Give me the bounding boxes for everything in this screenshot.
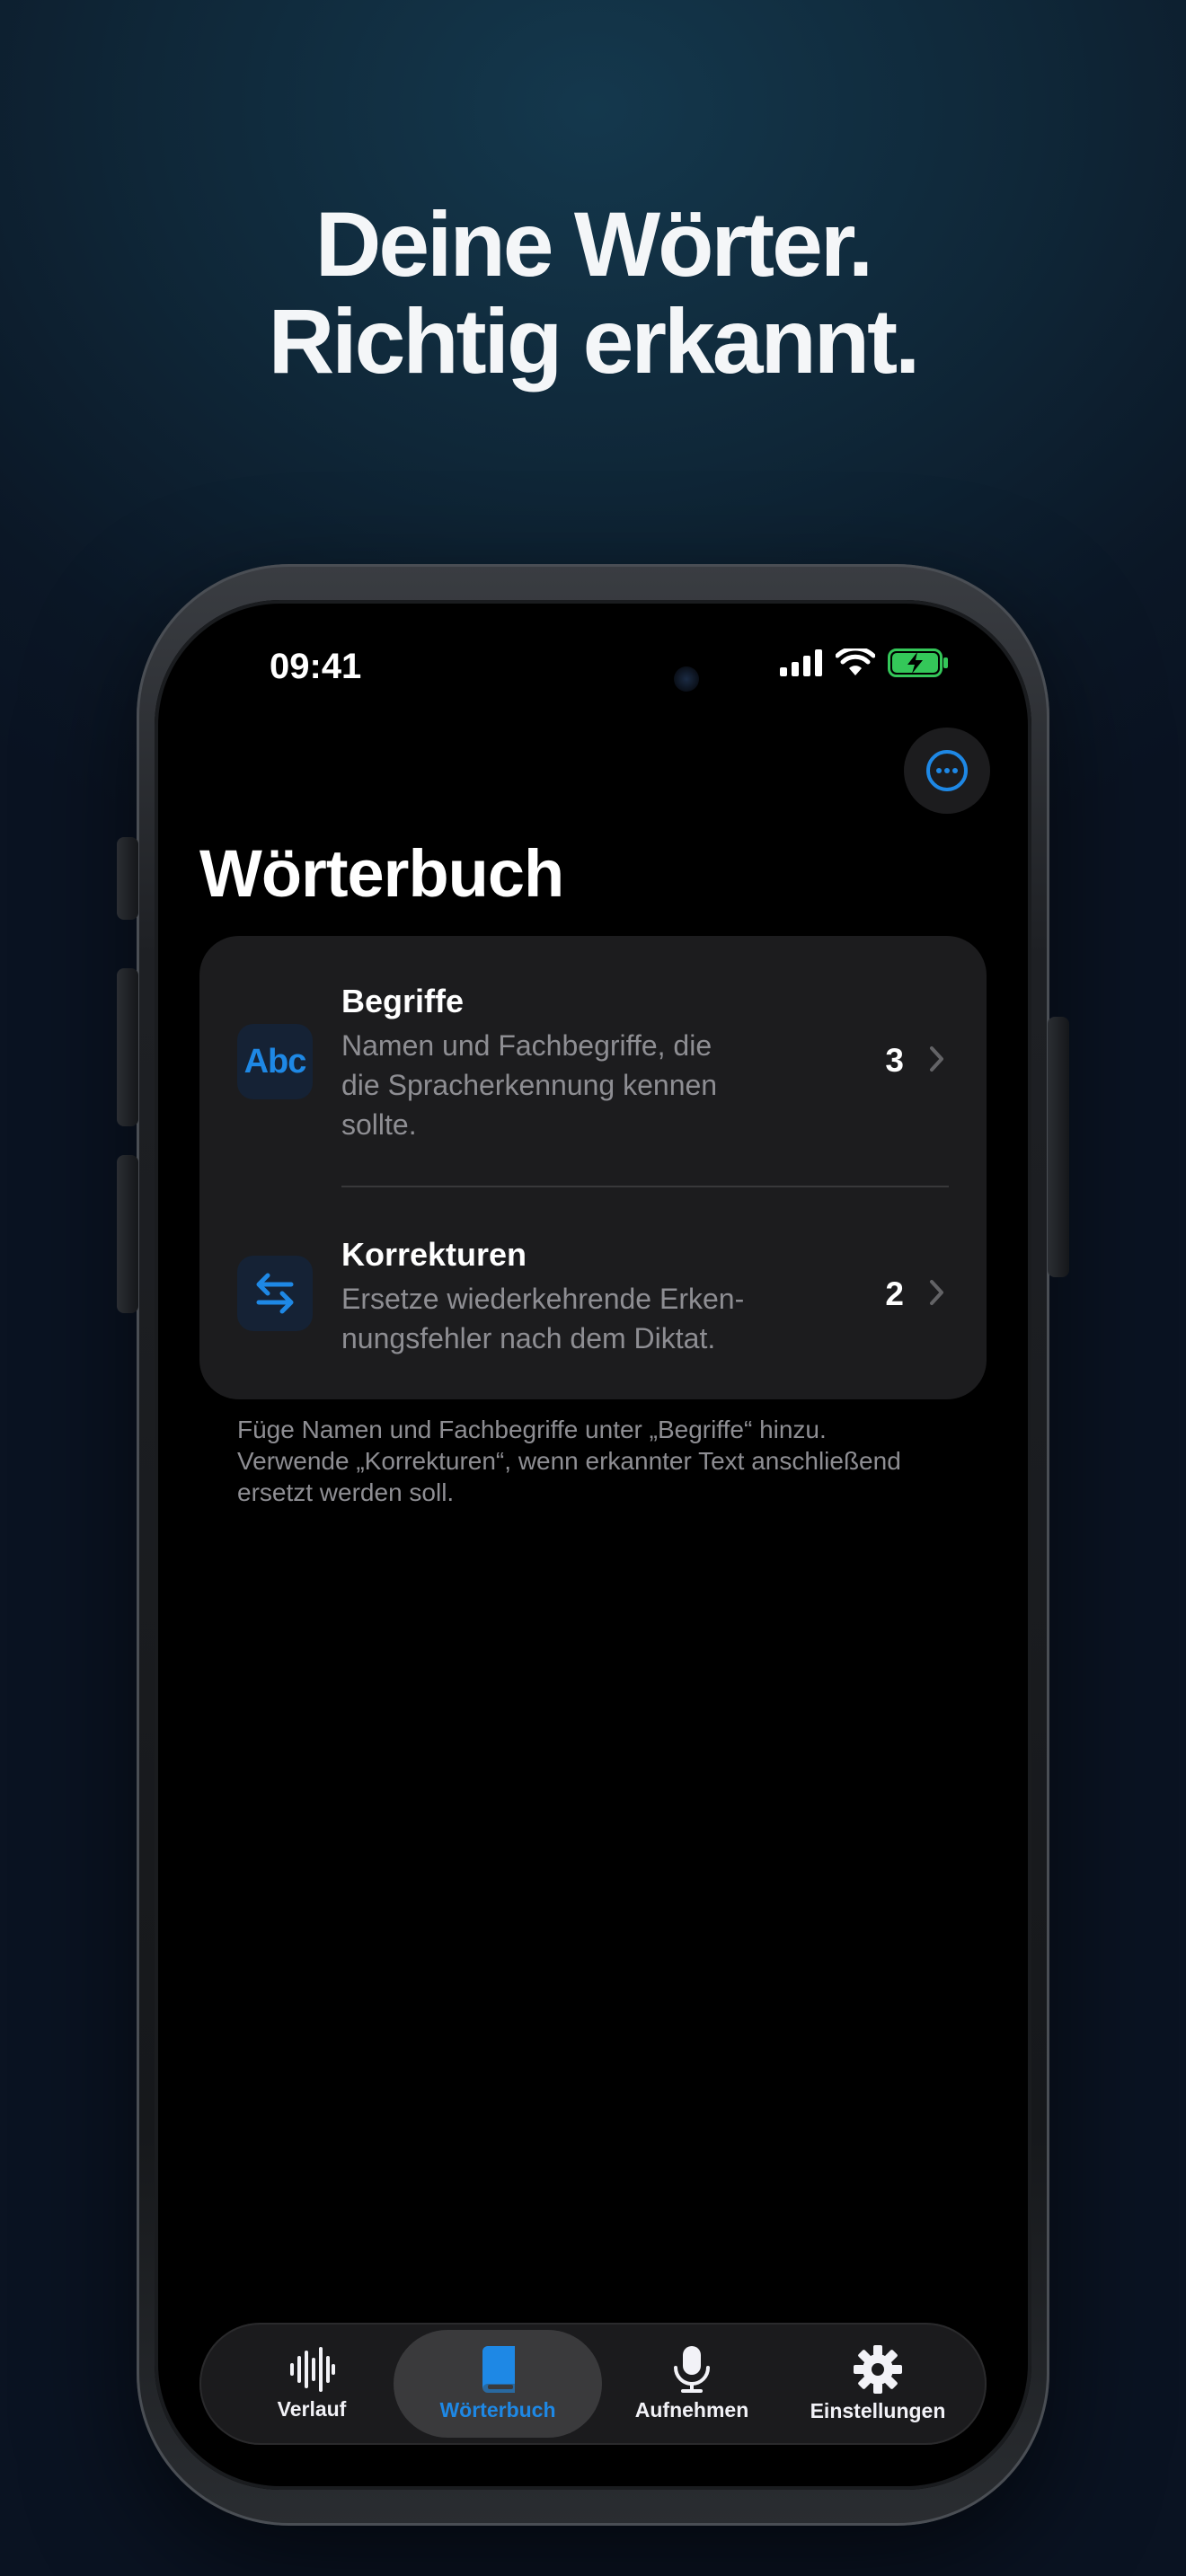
volume-down-button [117,1155,138,1313]
chevron-right-icon [930,1046,943,1072]
volume-up-button [117,968,138,1126]
dynamic-island [456,636,726,722]
tab-label: Aufnehmen [634,2397,749,2422]
dictionary-list: Abc Begriffe Namen und Fachbegriffe, die… [199,936,987,1399]
book-icon [482,2345,515,2393]
row-title: Begriffe [341,983,465,1019]
tab-bar: Verlauf Wörterbuch Aufnehmen Einstellung… [199,2323,987,2445]
status-time: 09:41 [270,647,362,686]
row-title: Korrekturen [341,1236,527,1273]
status-icons [780,648,949,677]
microphone-icon [674,2345,710,2393]
tab-einstellungen[interactable]: Einstellungen [783,2330,972,2438]
ellipsis-circle-icon [926,750,968,791]
chevron-right-icon [930,1280,943,1305]
marketing-headline: Deine Wörter. Richtig erkannt. [0,196,1186,390]
arrows-swap-icon [237,1256,313,1331]
row-subtitle: Ersetze wiederkehrende Erken- nungsfehle… [341,1283,745,1354]
headline-line-1: Deine Wörter. [314,193,873,296]
tab-woerterbuch[interactable]: Wörterbuch [394,2330,602,2438]
tab-label: Verlauf [277,2396,347,2421]
waveform-icon [290,2346,335,2392]
headline-line-2: Richtig erkannt. [268,290,921,393]
more-options-button[interactable] [904,728,990,814]
list-item-korrekturen[interactable]: Korrekturen Ersetze wiederkehrende Erken… [199,1187,987,1399]
phone-screen: 09:41 Wörterbuch Abc Begriffe Namen und … [155,600,1031,2490]
tab-aufnehmen[interactable]: Aufnehmen [602,2330,782,2438]
wifi-icon [836,648,875,675]
abc-icon: Abc [237,1024,313,1099]
power-button [1048,1017,1069,1277]
page-title: Wörterbuch [199,836,564,911]
tab-label: Einstellungen [810,2398,946,2422]
row-subtitle: Namen und Fachbegriffe, die die Spracher… [341,1029,718,1141]
section-footer: Füge Namen und Fachbegriffe unter „Begri… [237,1416,901,1506]
action-button [117,837,138,920]
camera-icon [674,666,699,692]
list-item-begriffe[interactable]: Abc Begriffe Namen und Fachbegriffe, die… [199,936,987,1186]
cellular-signal-icon [780,649,822,676]
gear-icon [854,2344,902,2394]
tab-verlauf[interactable]: Verlauf [217,2330,406,2438]
row-count: 3 [885,1042,904,1079]
battery-charging-icon [888,648,948,677]
tab-label: Wörterbuch [439,2397,556,2422]
row-count: 2 [885,1275,904,1312]
